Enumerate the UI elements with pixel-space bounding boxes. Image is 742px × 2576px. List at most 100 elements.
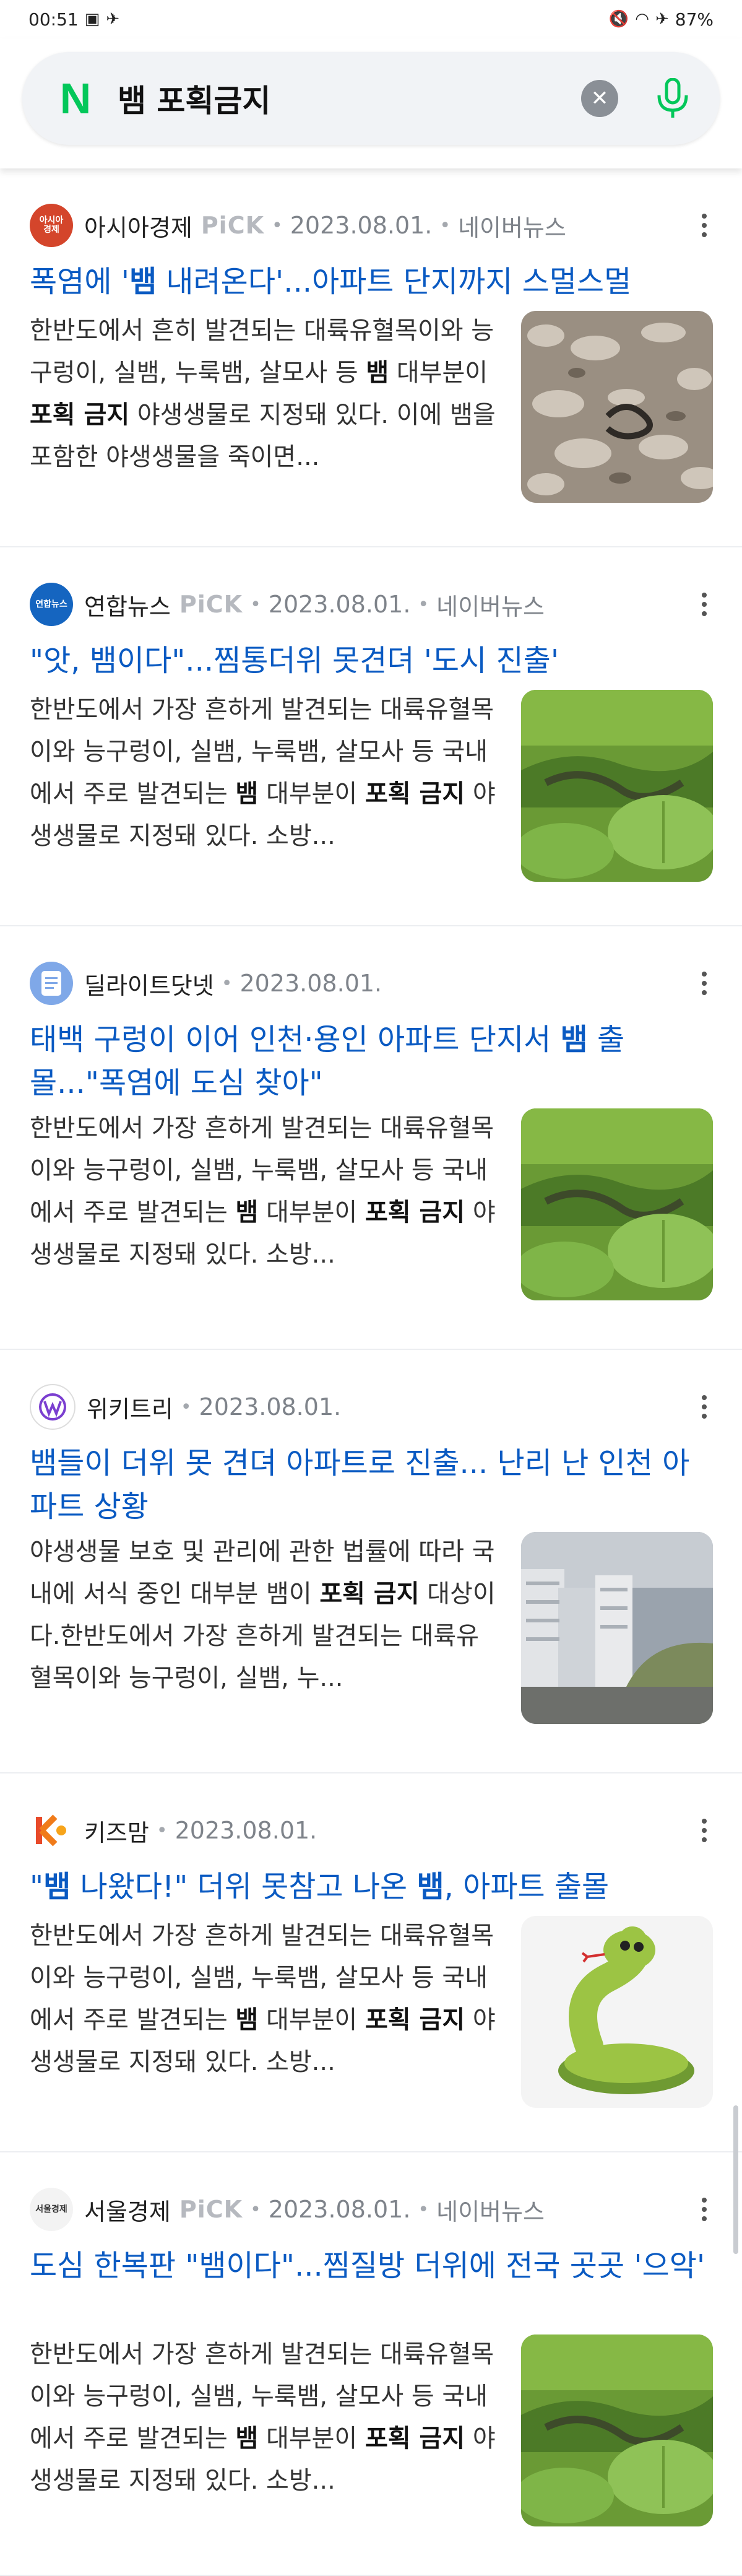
separator-dot: • bbox=[221, 972, 233, 994]
publish-date: 2023.08.01. bbox=[268, 591, 411, 618]
highlight-keyword: 뱀 bbox=[235, 2006, 259, 2034]
article-thumbnail[interactable] bbox=[521, 1532, 713, 1724]
source-name[interactable]: 서울경제 bbox=[84, 2193, 171, 2227]
search-input[interactable]: 뱀 포획금지 bbox=[118, 76, 581, 121]
clear-icon[interactable]: ✕ bbox=[581, 80, 618, 117]
separator-dot: • bbox=[180, 1396, 192, 1418]
separator-dot: • bbox=[418, 2198, 429, 2221]
article-title[interactable]: 폭염에 '뱀 내려온다'...아파트 단지까지 스멀스멀 bbox=[30, 260, 710, 303]
article-snippet[interactable]: 한반도에서 가장 흔하게 발견되는 대륙유혈목이와 능구렁이, 실뱀, 누룩뱀,… bbox=[30, 2333, 500, 2502]
highlight-keyword: 뱀 bbox=[235, 780, 259, 808]
highlight-keyword: 포획 금지 bbox=[319, 1580, 420, 1608]
news-result-card[interactable]: 키즈맘 • 2023.08.01. "뱀 나왔다!" 더위 못참고 나온 뱀, 아파트… bbox=[0, 1773, 742, 2152]
source-name[interactable]: 딜라이트닷넷 bbox=[84, 967, 214, 1001]
source-name[interactable]: 위키트리 bbox=[87, 1390, 173, 1424]
highlight-keyword: 뱀 bbox=[366, 359, 389, 387]
more-options-icon[interactable] bbox=[692, 582, 717, 627]
highlight-keyword: 뱀 bbox=[416, 1869, 444, 1904]
news-result-card[interactable]: 위키트리 • 2023.08.01. 뱀들이 더위 못 견뎌 아파트로 진출... 난… bbox=[0, 1350, 742, 1773]
naver-news-link[interactable]: 네이버뉴스 bbox=[458, 209, 566, 243]
separator-dot: • bbox=[439, 214, 451, 237]
source-row: 위키트리 • 2023.08.01. bbox=[30, 1384, 717, 1430]
text-fragment: 내려온다'...아파트 단지까지 스멀스멀 bbox=[157, 264, 632, 299]
source-row: 키즈맘 • 2023.08.01. bbox=[30, 1808, 717, 1853]
source-logo[interactable] bbox=[30, 962, 73, 1005]
publish-date: 2023.08.01. bbox=[268, 2196, 411, 2223]
pick-badge: PiCK bbox=[179, 591, 243, 618]
naver-news-link[interactable]: 네이버뉴스 bbox=[436, 588, 545, 622]
article-snippet[interactable]: 한반도에서 가장 흔하게 발견되는 대륙유혈목이와 능구렁이, 실뱀, 누룩뱀,… bbox=[30, 1107, 500, 1276]
pick-badge: PiCK bbox=[201, 212, 265, 239]
article-title[interactable]: 태백 구렁이 이어 인천·용인 아파트 단지서 뱀 출몰..."폭염에 도심 찾… bbox=[30, 1018, 710, 1105]
highlight-keyword: 뱀 bbox=[43, 1869, 71, 1904]
gallery-icon: ▣ bbox=[84, 10, 100, 28]
highlight-keyword: 뱀 bbox=[235, 2424, 259, 2453]
separator-dot: • bbox=[418, 593, 429, 616]
article-thumbnail[interactable] bbox=[521, 2334, 713, 2526]
publish-date: 2023.08.01. bbox=[175, 1817, 317, 1844]
article-snippet[interactable]: 야생생물 보호 및 관리에 관한 법률에 따라 국내에 서식 중인 대부분 뱀이… bbox=[30, 1531, 500, 1699]
news-result-card[interactable]: 아시아 경제 아시아경제 PiCK • 2023.08.01. • 네이버뉴스 폭염에 '뱀 … bbox=[0, 168, 742, 547]
source-logo-text: 아시아 경제 bbox=[39, 215, 64, 235]
source-logo[interactable]: 연합뉴스 bbox=[30, 583, 73, 626]
airplane-icon: ✈ bbox=[655, 10, 669, 28]
news-result-card[interactable]: 딜라이트닷넷 • 2023.08.01. 태백 구렁이 이어 인천·용인 아파트 단지… bbox=[0, 926, 742, 1350]
source-name[interactable]: 키즈맘 bbox=[84, 1814, 149, 1848]
status-right: 🔇 ◠ ✈ 87% bbox=[609, 9, 714, 30]
text-fragment: 도심 한복판 "뱀이다"...찜질방 더위에 전국 곳곳 '으악' bbox=[30, 2248, 705, 2283]
text-fragment: " bbox=[30, 1869, 44, 1904]
source-logo[interactable] bbox=[30, 1384, 75, 1430]
article-thumbnail[interactable] bbox=[521, 1108, 713, 1300]
highlight-keyword: 포획 금지 bbox=[365, 2006, 465, 2034]
battery-level: 87% bbox=[675, 9, 714, 30]
source-row: 아시아 경제 아시아경제 PiCK • 2023.08.01. • 네이버뉴스 bbox=[30, 203, 717, 248]
search-header: N 뱀 포획금지 ✕ bbox=[0, 38, 742, 168]
text-fragment: 대부분이 bbox=[258, 2424, 365, 2453]
article-title[interactable]: 도심 한복판 "뱀이다"...찜질방 더위에 전국 곳곳 '으악' bbox=[30, 2244, 710, 2287]
mute-icon: 🔇 bbox=[608, 10, 629, 28]
source-logo[interactable]: 서울경제 bbox=[30, 2188, 73, 2231]
article-thumbnail[interactable] bbox=[521, 311, 713, 503]
more-options-icon[interactable] bbox=[692, 1385, 717, 1429]
article-title[interactable]: "뱀 나왔다!" 더위 못참고 나온 뱀, 아파트 출몰 bbox=[30, 1865, 710, 1908]
source-logo[interactable]: 아시아 경제 bbox=[30, 204, 73, 247]
clock: 00:51 bbox=[28, 9, 79, 30]
article-snippet[interactable]: 한반도에서 가장 흔하게 발견되는 대륙유혈목이와 능구렁이, 실뱀, 누룩뱀,… bbox=[30, 1915, 500, 2083]
article-title[interactable]: "앗, 뱀이다"...찜통더위 못견뎌 '도시 진출' bbox=[30, 639, 710, 682]
more-options-icon[interactable] bbox=[692, 2187, 717, 2232]
source-name[interactable]: 아시아경제 bbox=[84, 209, 192, 243]
highlight-keyword: 포획 금지 bbox=[30, 401, 130, 429]
text-fragment: 대부분이 bbox=[258, 780, 365, 808]
wind-icon: ✈ bbox=[106, 10, 120, 28]
search-bar[interactable]: N 뱀 포획금지 ✕ bbox=[22, 52, 720, 145]
more-options-icon[interactable] bbox=[692, 203, 717, 248]
source-name[interactable]: 연합뉴스 bbox=[84, 588, 171, 622]
publish-date: 2023.08.01. bbox=[199, 1393, 342, 1421]
news-result-card[interactable]: 연합뉴스 연합뉴스 PiCK • 2023.08.01. • 네이버뉴스 "앗, 뱀이다"..… bbox=[0, 547, 742, 926]
scrollbar[interactable] bbox=[733, 2105, 738, 2254]
text-fragment: 태백 구렁이 이어 인천·용인 아파트 단지서 bbox=[30, 1022, 561, 1057]
highlight-keyword: 뱀 bbox=[129, 264, 157, 299]
naver-news-link[interactable]: 네이버뉴스 bbox=[436, 2193, 545, 2227]
separator-dot: • bbox=[250, 593, 261, 616]
more-options-icon[interactable] bbox=[692, 961, 717, 1006]
article-thumbnail[interactable] bbox=[521, 1916, 713, 2108]
news-result-card[interactable]: 서울경제 서울경제 PiCK • 2023.08.01. • 네이버뉴스 도심 한복판 "뱀이… bbox=[0, 2152, 742, 2576]
source-logo-text: 연합뉴스 bbox=[35, 599, 67, 609]
article-title[interactable]: 뱀들이 더위 못 견뎌 아파트로 진출... 난리 난 인천 아파트 상황 bbox=[30, 1442, 710, 1528]
source-row: 연합뉴스 연합뉴스 PiCK • 2023.08.01. • 네이버뉴스 bbox=[30, 582, 717, 627]
highlight-keyword: 포획 금지 bbox=[365, 2424, 465, 2453]
source-logo[interactable] bbox=[30, 1809, 73, 1852]
text-fragment: "앗, 뱀이다"...찜통더위 못견뎌 '도시 진출' bbox=[30, 643, 559, 678]
source-row: 딜라이트닷넷 • 2023.08.01. bbox=[30, 961, 717, 1006]
wifi-icon: ◠ bbox=[635, 10, 649, 28]
mic-icon[interactable] bbox=[650, 76, 695, 121]
article-thumbnail[interactable] bbox=[521, 690, 713, 882]
status-left: 00:51 ▣ ✈ bbox=[28, 9, 119, 30]
naver-logo[interactable]: N bbox=[54, 74, 97, 123]
search-results: 아시아 경제 아시아경제 PiCK • 2023.08.01. • 네이버뉴스 폭염에 '뱀 … bbox=[0, 168, 742, 2576]
article-snippet[interactable]: 한반도에서 가장 흔하게 발견되는 대륙유혈목이와 능구렁이, 실뱀, 누룩뱀,… bbox=[30, 689, 500, 857]
more-options-icon[interactable] bbox=[692, 1808, 717, 1853]
article-snippet[interactable]: 한반도에서 흔히 발견되는 대륙유혈목이와 능구렁이, 실뱀, 누룩뱀, 살모사… bbox=[30, 310, 500, 478]
highlight-keyword: 포획 금지 bbox=[365, 1198, 465, 1227]
